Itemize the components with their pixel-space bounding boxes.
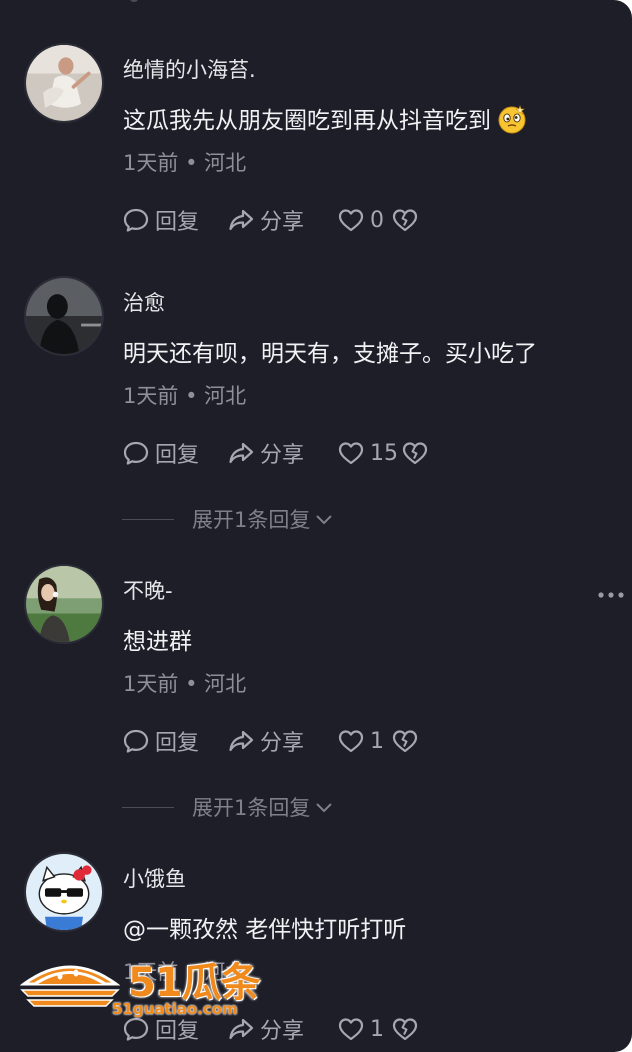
heart-icon [338, 730, 364, 753]
dislike-button[interactable] [391, 727, 419, 755]
dislike-button[interactable] [401, 439, 429, 467]
comment-text: @一颗孜然 老伴快打听打听 [123, 917, 407, 943]
meta-separator: • [185, 384, 198, 408]
reply-label: 回复 [155, 210, 200, 235]
comment-location: 河北 [204, 672, 247, 696]
like-button[interactable]: 1 [337, 1015, 391, 1043]
reply-button[interactable]: 回复 [122, 725, 227, 757]
comment-actions: 回复 分享 15 [122, 436, 429, 470]
share-label: 分享 [260, 731, 305, 756]
avatar-woman-outdoors-image [26, 566, 102, 642]
comment-time: 1天前 [123, 151, 179, 175]
username[interactable]: 小饿鱼 [123, 863, 186, 893]
comment-meta: 1天前 • 河北 [123, 380, 246, 410]
like-count: 0 [370, 207, 384, 233]
share-arrow-icon [229, 442, 254, 464]
username[interactable]: 绝情的小海苔. [123, 54, 256, 84]
expand-divider-line [122, 806, 174, 808]
share-arrow-icon [229, 209, 254, 231]
share-label: 分享 [260, 1019, 305, 1044]
comment-time: 1天前 [123, 672, 179, 696]
site-watermark: 51瓜条 51guatiao.com [20, 950, 261, 1020]
reply-label: 回复 [155, 731, 200, 756]
comment-panel: 绝情的小海苔. 这瓜我先从朋友圈吃到再从抖音吃到 1天前 • 河北 回复 分享 … [0, 0, 632, 1052]
watermelon-logo-icon [20, 965, 120, 1007]
expand-replies-label: 展开1条回复 [192, 796, 311, 820]
panel-top-handle [130, 0, 138, 2]
comment-location: 河北 [204, 384, 247, 408]
like-button[interactable]: 15 [337, 439, 401, 467]
like-count: 1 [370, 728, 384, 754]
dislike-button[interactable] [391, 1015, 419, 1043]
meta-separator: • [185, 672, 198, 696]
share-label: 分享 [260, 443, 305, 468]
comment-actions: 回复 分享 1 [122, 724, 419, 758]
chevron-down-icon [316, 803, 333, 813]
like-button[interactable]: 1 [337, 727, 391, 755]
broken-heart-icon [392, 1018, 418, 1041]
avatar[interactable] [24, 276, 104, 356]
heart-icon [338, 209, 364, 232]
like-count: 15 [370, 440, 398, 466]
reply-button[interactable]: 回复 [122, 437, 227, 469]
avatar-silhouette-image [26, 278, 102, 354]
comment-meta: 1天前 • 河北 [123, 147, 246, 177]
reply-bubble-icon [123, 208, 149, 232]
heart-icon [338, 442, 364, 465]
dizzy-face-emoji-icon [498, 105, 526, 134]
comment-text: 这瓜我先从朋友圈吃到再从抖音吃到 [123, 101, 527, 135]
heart-icon [338, 1018, 364, 1041]
expand-replies-button[interactable]: 展开1条回复 [122, 504, 335, 534]
avatar-hello-kitty-image [26, 854, 102, 930]
share-arrow-icon [229, 730, 254, 752]
more-options-icon[interactable] [596, 585, 626, 605]
comment-location: 河北 [204, 151, 247, 175]
comment-text-content: 这瓜我先从朋友圈吃到再从抖音吃到 [123, 108, 491, 134]
like-button[interactable]: 0 [337, 206, 391, 234]
avatar[interactable] [24, 852, 104, 932]
avatar-ballerina-image [26, 45, 102, 121]
reply-button[interactable]: 回复 [122, 204, 227, 236]
expand-divider-line [122, 518, 174, 520]
username[interactable]: 治愈 [123, 287, 165, 317]
share-button[interactable]: 分享 [227, 204, 337, 236]
avatar[interactable] [24, 43, 104, 123]
watermark-url: 51guatiao.com [112, 1000, 238, 1018]
comment-text: 想进群 [123, 629, 192, 655]
expand-replies-label: 展开1条回复 [192, 508, 311, 532]
reply-bubble-icon [123, 441, 149, 465]
broken-heart-icon [402, 442, 428, 465]
chevron-down-icon [316, 515, 333, 525]
comment-text: 明天还有呗，明天有，支摊子。买小吃了 [123, 341, 537, 367]
username[interactable]: 不晚- [123, 575, 173, 605]
like-count: 1 [370, 1016, 384, 1042]
expand-replies-button[interactable]: 展开1条回复 [122, 792, 335, 822]
dislike-button[interactable] [391, 206, 419, 234]
share-button[interactable]: 分享 [227, 437, 337, 469]
meta-separator: • [185, 151, 198, 175]
share-button[interactable]: 分享 [227, 725, 337, 757]
reply-label: 回复 [155, 443, 200, 468]
comment-time: 1天前 [123, 384, 179, 408]
comment-meta: 1天前 • 河北 [123, 668, 246, 698]
avatar[interactable] [24, 564, 104, 644]
comment-actions: 回复 分享 0 [122, 203, 419, 237]
broken-heart-icon [392, 730, 418, 753]
reply-bubble-icon [123, 729, 149, 753]
share-label: 分享 [260, 210, 305, 235]
broken-heart-icon [392, 209, 418, 232]
